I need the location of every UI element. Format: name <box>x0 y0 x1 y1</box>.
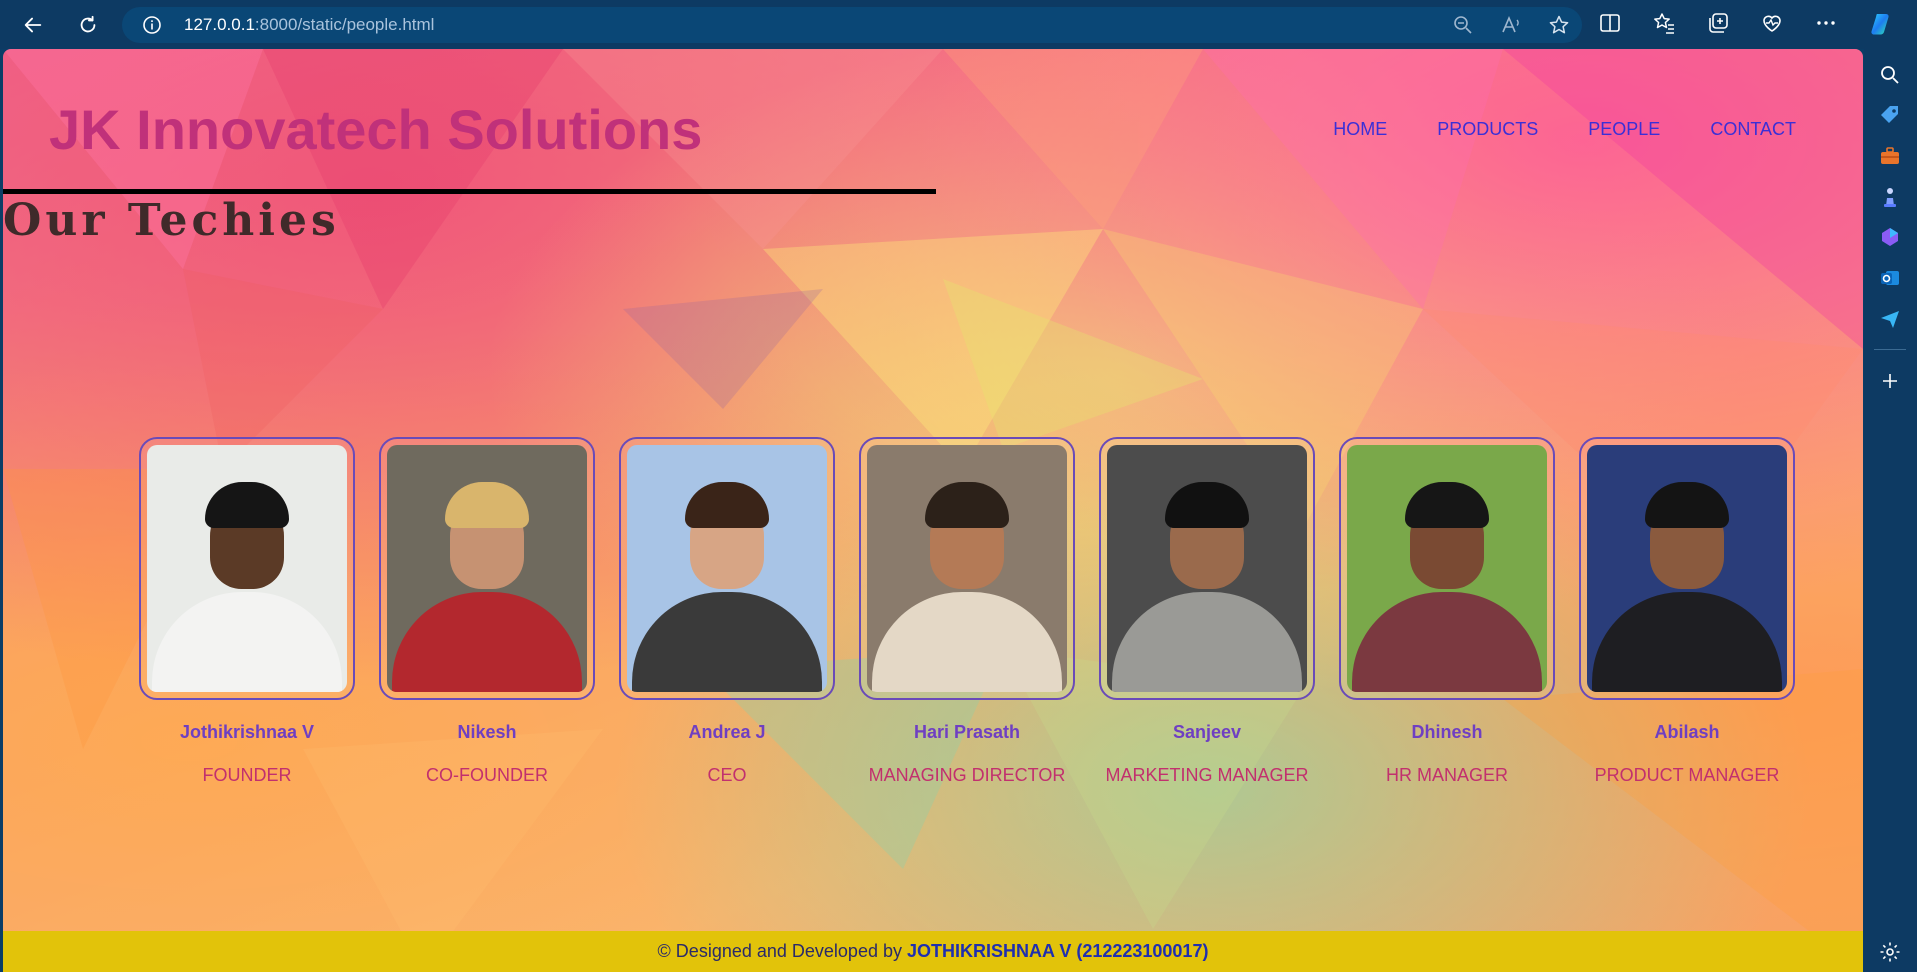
heading-divider <box>3 189 936 194</box>
tag-icon[interactable] <box>1878 103 1902 127</box>
member-role: PRODUCT MANAGER <box>1594 765 1780 785</box>
add-icon[interactable] <box>1878 369 1902 393</box>
browser-essentials-icon[interactable] <box>1760 11 1784 37</box>
member-name: Nikesh <box>457 722 517 742</box>
team-card: Hari Prasath MANAGING DIRECTOR <box>859 437 1075 786</box>
team-card: Nikesh CO-FOUNDER <box>379 437 595 786</box>
team-card: Dhinesh HR MANAGER <box>1339 437 1555 786</box>
footer-credit: © Designed and Developed by <box>657 941 907 961</box>
team-card: Abilash PRODUCT MANAGER <box>1579 437 1795 786</box>
member-role: HR MANAGER <box>1385 765 1508 785</box>
briefcase-icon[interactable] <box>1878 144 1902 168</box>
back-arrow-icon[interactable] <box>16 8 50 42</box>
nav-contact[interactable]: CONTACT <box>1710 119 1796 140</box>
info-icon[interactable] <box>142 15 162 35</box>
chess-icon[interactable] <box>1878 185 1902 209</box>
member-role: MANAGING DIRECTOR <box>868 765 1066 785</box>
url-host: 127.0.0.1 <box>184 15 255 34</box>
photo-frame <box>1579 437 1795 700</box>
footer-author: JOTHIKRISHNAA V (212223100017) <box>906 941 1209 961</box>
member-role: FOUNDER <box>202 765 292 785</box>
team-grid: Jothikrishnaa V FOUNDER Nikesh CO-FOUNDE… <box>139 437 1799 797</box>
more-icon[interactable] <box>1814 11 1838 37</box>
photo-frame <box>1339 437 1555 700</box>
member-name: Jothikrishnaa V <box>179 722 315 742</box>
member-name: Dhinesh <box>1411 722 1483 742</box>
outlook-icon[interactable] <box>1878 266 1902 290</box>
nav-home[interactable]: HOME <box>1333 119 1387 140</box>
photo-frame <box>859 437 1075 700</box>
read-aloud-icon[interactable] <box>1500 14 1522 36</box>
address-bar[interactable]: 127.0.0.1:8000/static/people.html <box>122 7 1582 43</box>
url-text[interactable]: 127.0.0.1:8000/static/people.html <box>184 15 434 35</box>
photo-frame <box>1099 437 1315 700</box>
member-photo <box>147 445 347 692</box>
team-card: Jothikrishnaa V FOUNDER <box>139 437 355 786</box>
split-screen-icon[interactable] <box>1598 11 1622 37</box>
site-brand[interactable]: JK Innovatech Solutions <box>49 97 702 162</box>
member-name: Andrea J <box>688 722 766 742</box>
zoom-out-icon[interactable] <box>1452 14 1474 36</box>
send-icon[interactable] <box>1878 307 1902 331</box>
member-role: CO-FOUNDER <box>426 765 548 785</box>
member-role: MARKETING MANAGER <box>1105 765 1309 785</box>
photo-frame <box>379 437 595 700</box>
team-card: Andrea J CEO <box>619 437 835 786</box>
page-viewport: JK Innovatech Solutions HOME PRODUCTS PE… <box>3 49 1863 972</box>
member-photo <box>627 445 827 692</box>
photo-frame <box>619 437 835 700</box>
refresh-icon[interactable] <box>71 8 105 42</box>
member-role: CEO <box>707 765 747 785</box>
collections-icon[interactable] <box>1706 11 1730 37</box>
url-path: :8000/static/people.html <box>254 15 435 34</box>
member-photo <box>1347 445 1547 692</box>
favorites-icon[interactable] <box>1652 11 1676 37</box>
member-photo <box>867 445 1067 692</box>
team-card: Sanjeev MARKETING MANAGER <box>1099 437 1315 786</box>
browser-sidebar <box>1864 49 1917 972</box>
member-photo <box>387 445 587 692</box>
page-title: Our Techies <box>3 195 340 246</box>
nav-people[interactable]: PEOPLE <box>1588 119 1660 140</box>
member-name: Hari Prasath <box>913 722 1021 742</box>
member-name: Sanjeev <box>1172 722 1242 742</box>
sidebar-divider <box>1874 349 1906 350</box>
member-name: Abilash <box>1654 722 1720 742</box>
nav-products[interactable]: PRODUCTS <box>1437 119 1538 140</box>
star-icon[interactable] <box>1548 14 1570 36</box>
m365-icon[interactable] <box>1878 225 1902 249</box>
member-photo <box>1587 445 1787 692</box>
copilot-icon[interactable] <box>1868 11 1892 37</box>
browser-toolbar: 127.0.0.1:8000/static/people.html <box>0 0 1917 49</box>
main-nav: HOME PRODUCTS PEOPLE CONTACT <box>1333 119 1796 140</box>
settings-icon[interactable] <box>1878 940 1902 964</box>
site-footer: © Designed and Developed by JOTHIKRISHNA… <box>3 931 1863 972</box>
search-icon[interactable] <box>1878 63 1902 87</box>
member-photo <box>1107 445 1307 692</box>
photo-frame <box>139 437 355 700</box>
